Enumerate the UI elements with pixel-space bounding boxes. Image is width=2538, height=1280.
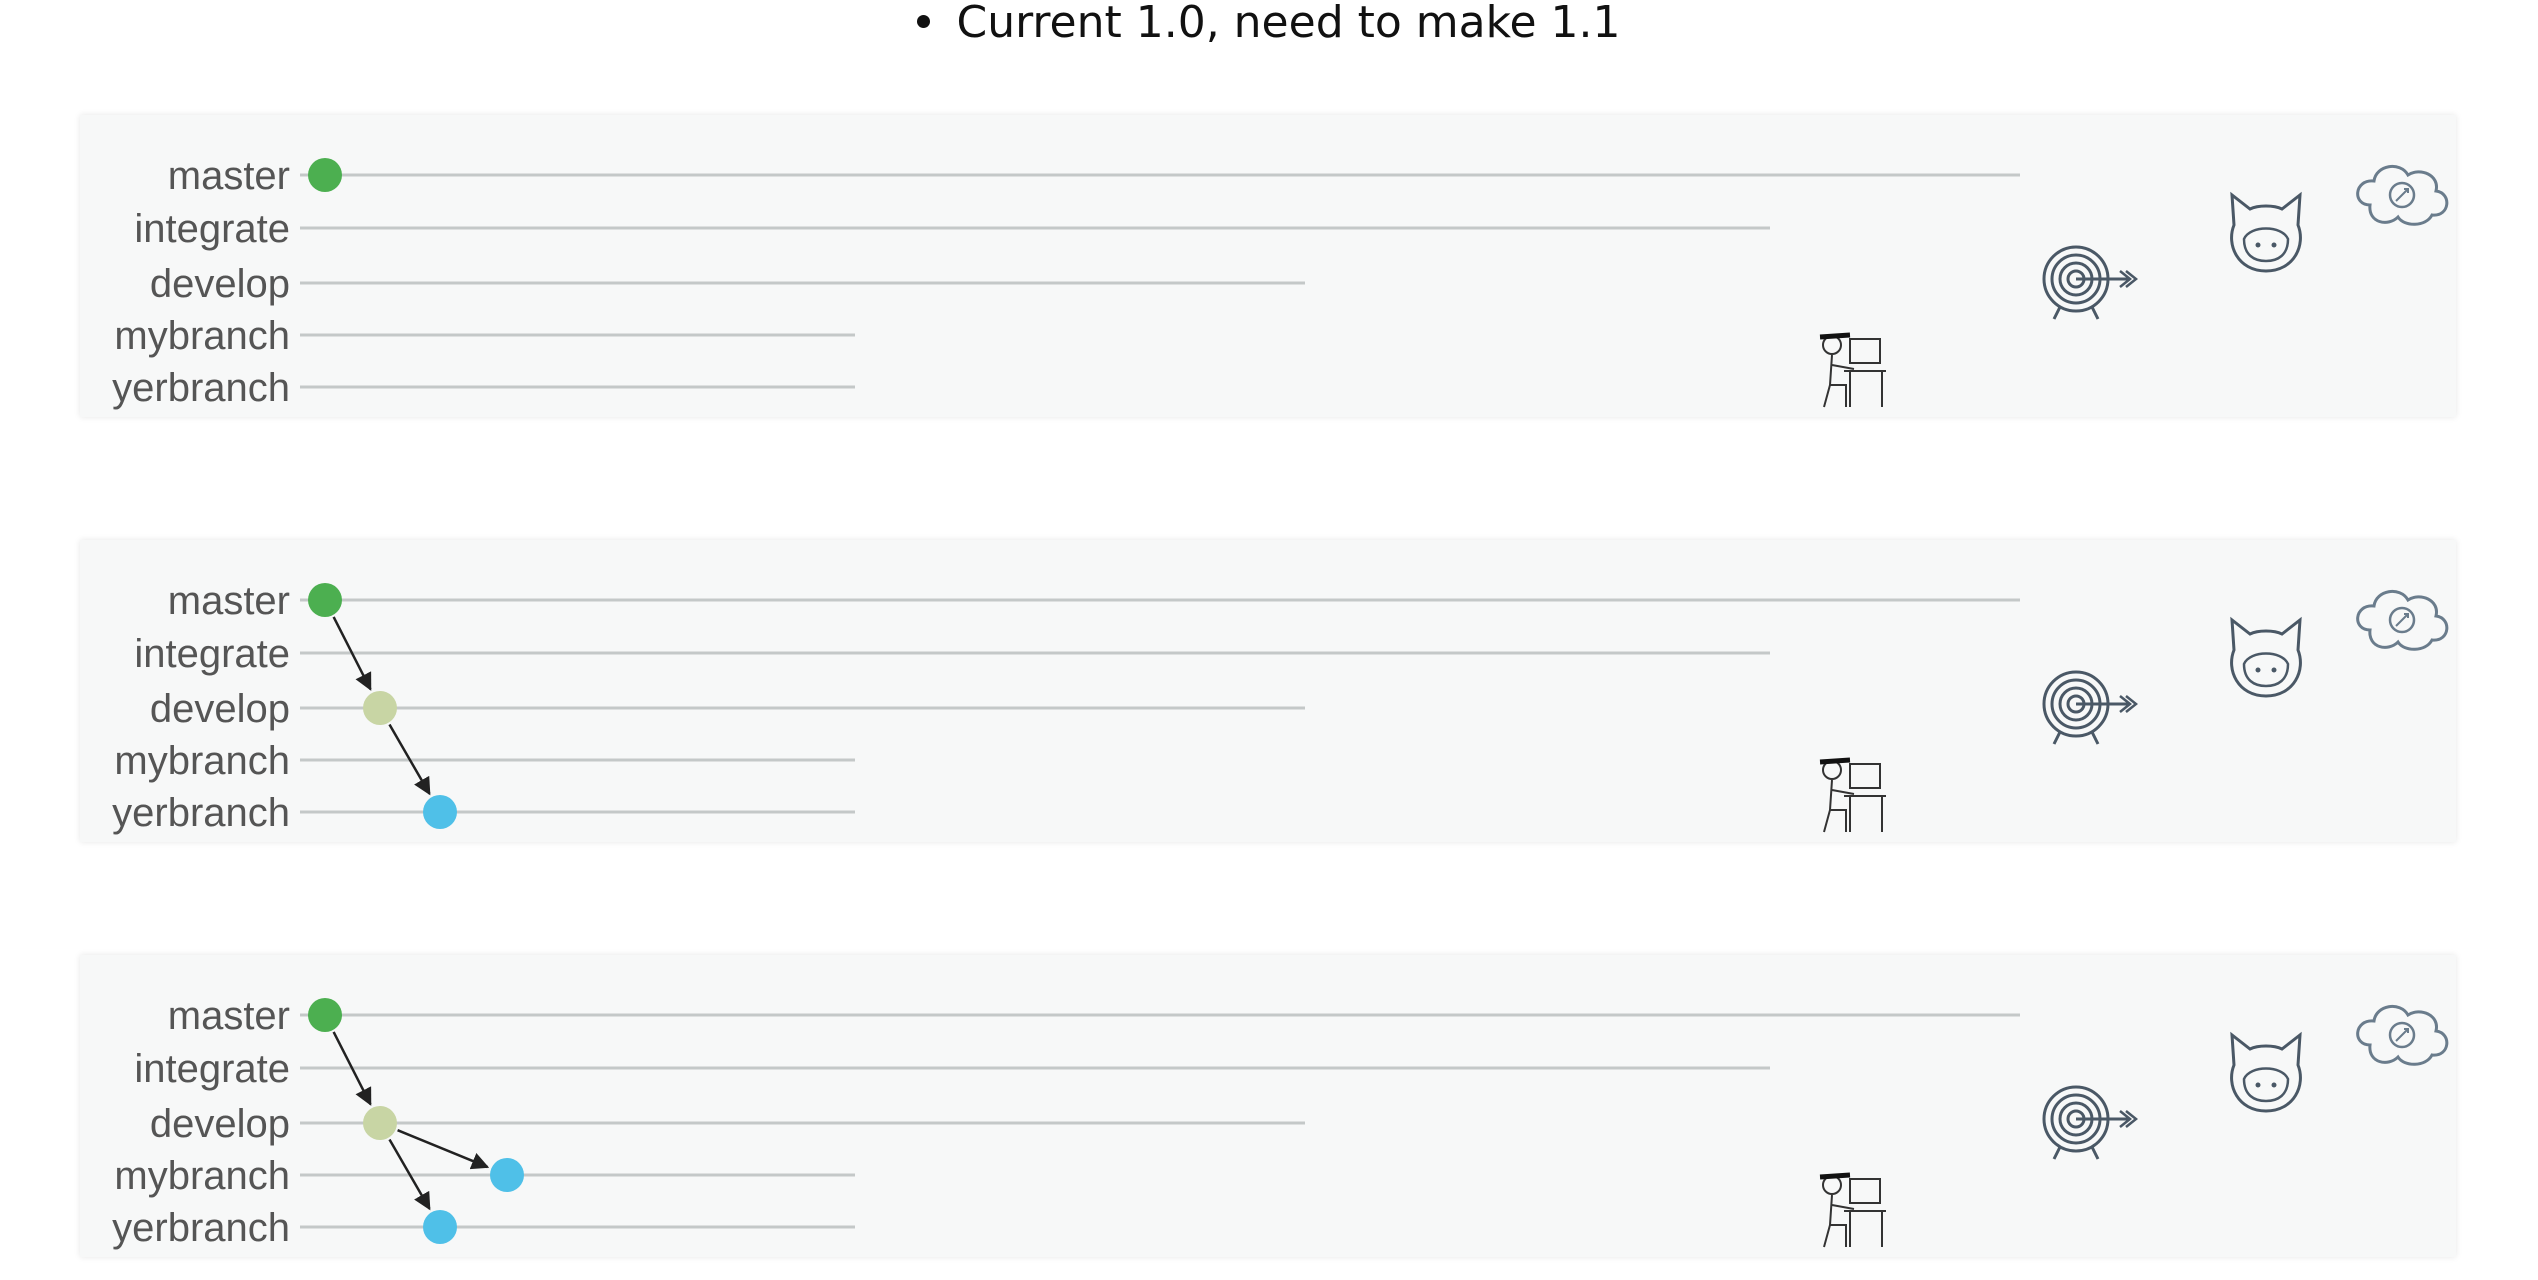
branch-label-yerbranch: yerbranch [112, 791, 290, 835]
diagram-svg-1: master integrate develop mybranch yerbranch [112, 154, 2449, 410]
bullet-item: Current 1.0, need to make 1.1 [0, 0, 2538, 46]
stick-figure-desk-icon [1819, 1172, 1886, 1248]
target-icon [2042, 670, 2139, 745]
octocat-icon [2230, 191, 2302, 273]
cloud-icon [2356, 590, 2449, 651]
arrow-develop-to-mybranch [397, 1129, 490, 1170]
commit-mybranch [490, 1158, 524, 1192]
diagram-panel-3: master integrate develop mybranch yerbranch [80, 955, 2456, 1257]
diagram-panel-2: master integrate develop mybranch yerbranch [80, 540, 2456, 842]
octocat-icon [2230, 1031, 2302, 1113]
branch-label-integrate: integrate [134, 632, 290, 676]
bullet-dot [917, 14, 931, 28]
branch-label-mybranch: mybranch [114, 739, 290, 783]
branch-label-master: master [168, 154, 290, 198]
branch-label-yerbranch: yerbranch [112, 366, 290, 410]
diagram-panel-1: master integrate develop mybranch yerbranch [80, 115, 2456, 417]
bullet-text: Current 1.0, need to make 1.1 [956, 0, 1621, 48]
commit-master [308, 158, 342, 192]
diagram-svg-2: master integrate develop mybranch yerbranch [112, 579, 2449, 835]
commit-develop [363, 1106, 397, 1140]
branch-label-mybranch: mybranch [114, 314, 290, 358]
branch-label-master: master [168, 579, 290, 623]
branch-label-master: master [168, 994, 290, 1038]
commit-develop [363, 691, 397, 725]
branch-label-develop: develop [150, 262, 290, 306]
branch-label-mybranch: mybranch [114, 1154, 290, 1198]
diagram-svg-3: master integrate develop mybranch yerbranch [112, 994, 2449, 1250]
branch-label-integrate: integrate [134, 1047, 290, 1091]
target-icon [2042, 245, 2139, 320]
commit-master [308, 998, 342, 1032]
branch-label-develop: develop [150, 1102, 290, 1146]
octocat-icon [2230, 616, 2302, 698]
cloud-icon [2356, 165, 2449, 226]
cloud-icon [2356, 1005, 2449, 1066]
commit-yerbranch [423, 795, 457, 829]
branch-label-yerbranch: yerbranch [112, 1206, 290, 1250]
commit-master [308, 583, 342, 617]
branch-label-integrate: integrate [134, 207, 290, 251]
stick-figure-desk-icon [1819, 332, 1886, 408]
stick-figure-desk-icon [1819, 757, 1886, 833]
target-icon [2042, 1085, 2139, 1160]
commit-yerbranch [423, 1210, 457, 1244]
branch-label-develop: develop [150, 687, 290, 731]
